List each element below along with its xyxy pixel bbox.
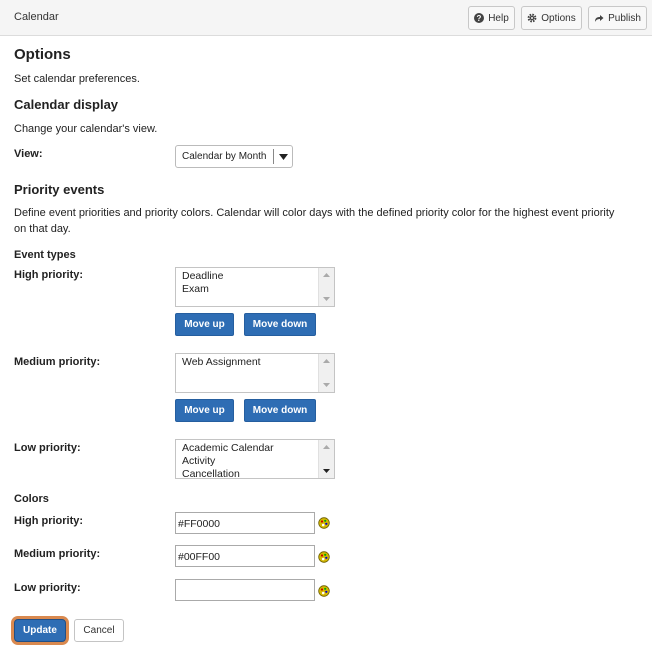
caret-down-icon xyxy=(274,153,292,160)
low-priority-list[interactable]: Academic Calendar Activity Cancellation xyxy=(175,439,335,479)
options-button[interactable]: Options xyxy=(521,6,582,30)
gear-icon xyxy=(527,13,537,23)
list-item[interactable]: Web Assignment xyxy=(176,356,318,369)
publish-button-label: Publish xyxy=(608,12,641,24)
help-button[interactable]: ? Help xyxy=(468,6,515,30)
scroll-down-icon[interactable] xyxy=(319,293,334,305)
page-title: Options xyxy=(14,46,71,63)
high-color-input[interactable] xyxy=(175,512,315,534)
medium-priority-list[interactable]: Web Assignment xyxy=(175,353,335,393)
high-priority-list[interactable]: Deadline Exam xyxy=(175,267,335,307)
list-scrollbar[interactable] xyxy=(318,268,334,306)
low-color-input[interactable] xyxy=(175,579,315,601)
toolbar-header: Calendar ? Help Options Publish xyxy=(0,0,652,36)
calendar-display-heading: Calendar display xyxy=(14,97,119,112)
publish-button[interactable]: Publish xyxy=(588,6,647,30)
high-move-down-button[interactable]: Move down xyxy=(244,313,316,336)
event-types-heading: Event types xyxy=(14,249,76,261)
cancel-button[interactable]: Cancel xyxy=(74,619,124,642)
high-move-up-button[interactable]: Move up xyxy=(175,313,234,336)
medium-priority-label: Medium priority: xyxy=(14,356,101,368)
scroll-down-icon[interactable] xyxy=(319,465,334,477)
color-palette-icon[interactable] xyxy=(318,585,330,597)
list-item[interactable]: Activity xyxy=(176,455,318,468)
calendar-display-description: Change your calendar's view. xyxy=(14,123,158,135)
list-item[interactable]: Exam xyxy=(176,283,318,296)
scroll-up-icon[interactable] xyxy=(319,441,334,453)
color-palette-icon[interactable] xyxy=(318,551,330,563)
medium-move-up-button[interactable]: Move up xyxy=(175,399,234,422)
list-item[interactable]: Academic Calendar xyxy=(176,442,318,455)
update-button[interactable]: Update xyxy=(14,619,66,642)
view-select[interactable]: Calendar by Month xyxy=(175,145,293,168)
medium-move-down-button[interactable]: Move down xyxy=(244,399,316,422)
view-select-value: Calendar by Month xyxy=(182,151,267,162)
options-button-label: Options xyxy=(541,12,576,24)
view-label: View: xyxy=(14,148,43,160)
list-scrollbar[interactable] xyxy=(318,354,334,392)
high-color-label: High priority: xyxy=(14,515,84,527)
low-color-label: Low priority: xyxy=(14,582,81,594)
priority-events-heading: Priority events xyxy=(14,182,105,197)
medium-color-input[interactable] xyxy=(175,545,315,567)
medium-color-label: Medium priority: xyxy=(14,548,101,560)
help-button-label: Help xyxy=(488,12,509,24)
list-scrollbar[interactable] xyxy=(318,440,334,478)
share-arrow-icon xyxy=(594,13,604,23)
page-subtitle: Set calendar preferences. xyxy=(14,73,140,85)
colors-heading: Colors xyxy=(14,493,49,505)
low-priority-label: Low priority: xyxy=(14,442,81,454)
update-button-focus-ring: Update xyxy=(11,616,69,645)
high-priority-label: High priority: xyxy=(14,269,84,281)
scroll-up-icon[interactable] xyxy=(319,269,334,281)
scroll-down-icon[interactable] xyxy=(319,379,334,391)
priority-events-description-line1: Define event priorities and priority col… xyxy=(14,207,615,219)
svg-text:?: ? xyxy=(477,14,482,23)
tool-title: Calendar xyxy=(14,11,59,23)
list-item[interactable]: Cancellation xyxy=(176,468,318,478)
priority-events-description-line2: on that day. xyxy=(14,223,71,235)
color-palette-icon[interactable] xyxy=(318,517,330,529)
scroll-up-icon[interactable] xyxy=(319,355,334,367)
list-item[interactable]: Deadline xyxy=(176,270,318,283)
question-circle-icon: ? xyxy=(474,13,485,23)
